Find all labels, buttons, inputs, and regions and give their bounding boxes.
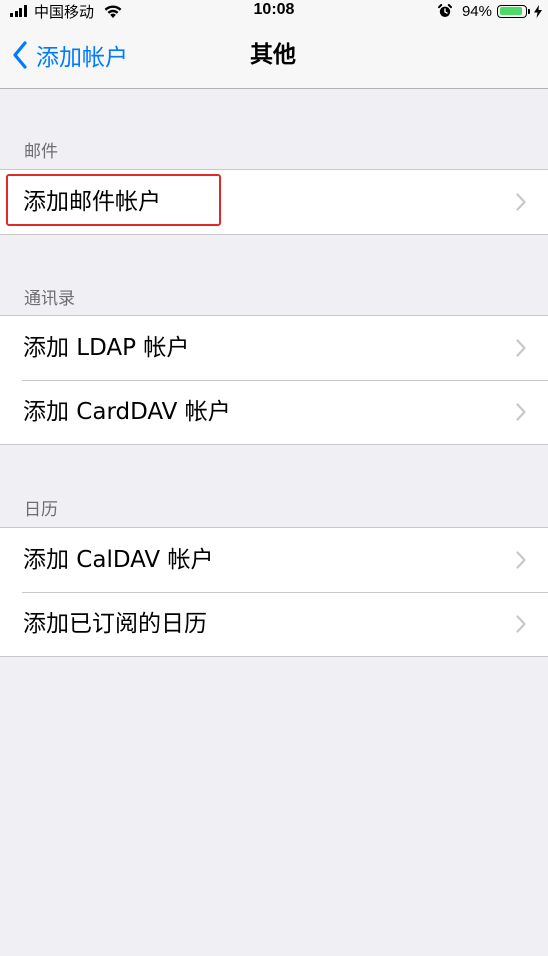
- list-item-add-ldap-account[interactable]: 添加 LDAP 帐户: [0, 316, 548, 380]
- battery-percent: 94%: [461, 2, 492, 20]
- list-item-label: 添加 LDAP 帐户: [23, 335, 190, 361]
- navigation-bar: 添加帐户 其他: [0, 22, 548, 89]
- section-header-contacts: 通讯录: [24, 289, 75, 309]
- list-item-add-subscribed-calendar[interactable]: 添加已订阅的日历: [0, 592, 548, 656]
- charging-bolt-icon: [534, 4, 542, 18]
- list-item-label: 添加已订阅的日历: [23, 611, 207, 637]
- list-item-add-mail-account[interactable]: 添加邮件帐户: [0, 170, 548, 234]
- section-header-calendar: 日历: [24, 500, 58, 520]
- group-mail: 添加邮件帐户: [0, 169, 548, 235]
- alarm-icon: [437, 4, 452, 17]
- chevron-right-icon: [516, 339, 526, 357]
- section-header-mail: 邮件: [24, 142, 58, 162]
- list-item-label: 添加 CardDAV 帐户: [23, 399, 231, 425]
- battery-fill: [499, 7, 523, 15]
- battery-icon: [497, 4, 527, 18]
- page-title: 其他: [250, 42, 296, 68]
- chevron-right-icon: [516, 403, 526, 421]
- list-item-add-caldav-account[interactable]: 添加 CalDAV 帐户: [0, 528, 548, 592]
- chevron-right-icon: [516, 193, 526, 211]
- chevron-right-icon: [516, 551, 526, 569]
- group-contacts: 添加 LDAP 帐户 添加 CardDAV 帐户: [0, 315, 548, 445]
- group-calendar: 添加 CalDAV 帐户 添加已订阅的日历: [0, 527, 548, 657]
- list-item-add-carddav-account[interactable]: 添加 CardDAV 帐户: [0, 380, 548, 444]
- battery-tip: [528, 8, 530, 14]
- status-right: 94%: [437, 1, 542, 21]
- chevron-right-icon: [516, 615, 526, 633]
- list-item-label: 添加 CalDAV 帐户: [23, 547, 214, 573]
- list-item-label: 添加邮件帐户: [23, 189, 161, 215]
- status-bar: 中国移动 10:08 94%: [0, 0, 548, 22]
